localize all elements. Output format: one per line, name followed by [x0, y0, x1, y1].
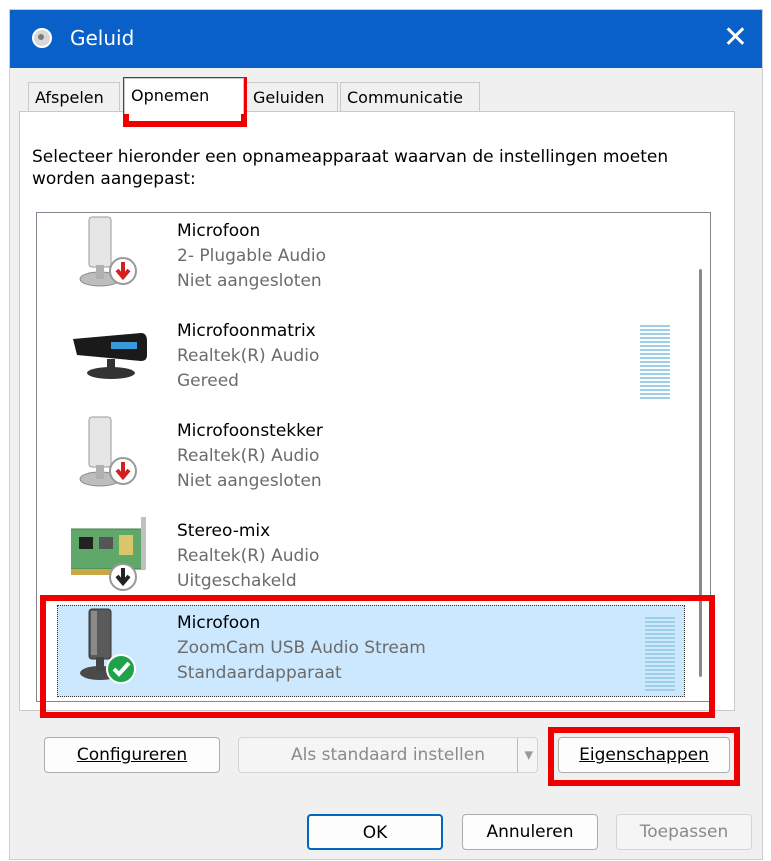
device-driver: Realtek(R) Audio: [177, 446, 320, 466]
highlight-selected-device: [40, 595, 715, 718]
tab-opnemen[interactable]: Opnemen: [124, 78, 244, 114]
device-name: Microfoonstekker: [177, 421, 323, 441]
device-status: Niet aangesloten: [177, 271, 322, 291]
device-driver: Realtek(R) Audio: [177, 346, 320, 366]
cancel-button[interactable]: Annuleren: [462, 814, 598, 850]
device-status: Gereed: [177, 371, 239, 391]
microphone-array-icon: [73, 333, 147, 379]
window-title: Geluid: [70, 26, 135, 50]
tab-afspelen[interactable]: Afspelen: [28, 82, 120, 112]
device-name: Stereo-mix: [177, 521, 271, 541]
device-driver: 2- Plugable Audio: [177, 246, 327, 266]
list-item[interactable]: Microfoon 2- Plugable Audio Niet aangesl…: [37, 213, 697, 309]
set-default-button[interactable]: Als standaard instellen ▾: [238, 737, 538, 773]
title-bar[interactable]: Geluid ✕: [10, 10, 762, 68]
apply-button[interactable]: Toepassen: [616, 814, 752, 850]
highlight-properties-button: [548, 727, 740, 786]
speaker-icon: [32, 28, 52, 48]
configure-label: Configureren: [76, 745, 188, 765]
device-name: Microfoonmatrix: [177, 321, 316, 341]
tab-geluiden[interactable]: Geluiden: [246, 82, 338, 112]
tab-communicatie[interactable]: Communicatie: [340, 82, 480, 112]
list-item[interactable]: Microfoonstekker Realtek(R) Audio Niet a…: [37, 413, 697, 509]
microphone-disconnected-icon: [79, 416, 137, 487]
device-driver: Realtek(R) Audio: [177, 546, 320, 566]
device-name: Microfoon: [177, 221, 261, 241]
level-meter: [640, 325, 670, 399]
close-icon[interactable]: ✕: [723, 20, 748, 56]
device-status: Uitgeschakeld: [177, 571, 297, 591]
ok-button[interactable]: OK: [307, 814, 443, 850]
chevron-down-icon: ▾: [517, 738, 533, 772]
configure-button[interactable]: Configureren: [44, 737, 220, 773]
sound-card-disabled-icon: [71, 517, 146, 591]
device-status: Niet aangesloten: [177, 471, 322, 491]
instruction-text: Selecteer hieronder een opnameapparaat w…: [32, 147, 669, 189]
microphone-disconnected-icon: [79, 216, 137, 287]
list-item[interactable]: Microfoonmatrix Realtek(R) Audio Gereed: [37, 313, 697, 409]
set-default-label: Als standaard instellen: [291, 745, 485, 765]
